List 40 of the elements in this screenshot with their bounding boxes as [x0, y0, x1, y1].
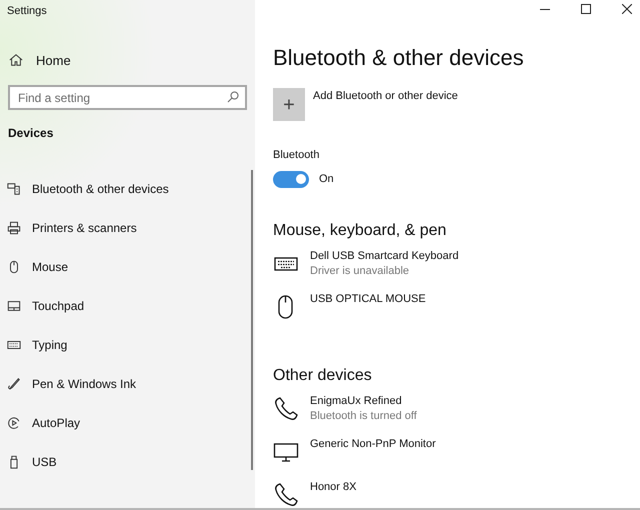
phone-icon — [273, 396, 299, 422]
maximize-icon[interactable] — [581, 4, 591, 14]
pen-icon — [7, 376, 21, 390]
autoplay-icon — [7, 416, 21, 430]
scrollbar[interactable] — [251, 170, 253, 470]
nav-item[interactable]: Mouse — [7, 247, 68, 286]
nav-item[interactable]: Printers & scanners — [7, 208, 137, 247]
nav-item[interactable]: Pen & Windows Ink — [7, 364, 136, 403]
search-icon — [227, 91, 239, 103]
nav-item[interactable]: Typing — [7, 325, 68, 364]
bluetooth-toggle[interactable] — [273, 170, 309, 188]
nav-item[interactable]: Touchpad — [7, 286, 84, 325]
nav-item[interactable]: USB — [7, 442, 57, 481]
device-name[interactable]: Honor 8X — [310, 480, 356, 494]
add-device-label[interactable]: Add Bluetooth or other device — [313, 88, 458, 104]
toggle-state: On — [319, 172, 334, 187]
device-status: Driver is unavailable — [310, 264, 410, 278]
nav-item[interactable]: AutoPlay — [7, 403, 80, 442]
device-name[interactable]: Dell USB Smartcard Keyboard — [310, 248, 459, 264]
section-heading: Other devices — [273, 366, 372, 386]
search-field[interactable]: Find a setting — [8, 85, 247, 110]
section-heading: Devices — [8, 125, 54, 142]
home-icon — [9, 53, 23, 68]
bluetooth-label: Bluetooth — [273, 148, 320, 163]
phone-icon — [273, 482, 299, 508]
page-title: Bluetooth & other devices — [273, 44, 524, 72]
close-icon[interactable] — [622, 4, 632, 14]
devices-icon — [7, 182, 21, 196]
home-item[interactable]: Home — [9, 50, 71, 70]
printer-icon — [7, 220, 21, 234]
device-name[interactable]: EnigmaUx Refined — [310, 394, 417, 408]
window-title: Settings — [6, 4, 48, 19]
touchpad-icon — [7, 298, 21, 312]
nav-item[interactable]: Bluetooth & other devices — [7, 169, 169, 208]
add-device-button[interactable]: + — [273, 88, 305, 121]
device-status: Bluetooth is turned off — [310, 408, 417, 424]
device-name[interactable]: Generic Non-PnP Monitor — [310, 436, 436, 452]
section-heading: Mouse, keyboard, & pen — [273, 220, 446, 240]
device-name[interactable]: USB OPTICAL MOUSE — [310, 292, 426, 306]
mouse-icon — [7, 260, 21, 274]
